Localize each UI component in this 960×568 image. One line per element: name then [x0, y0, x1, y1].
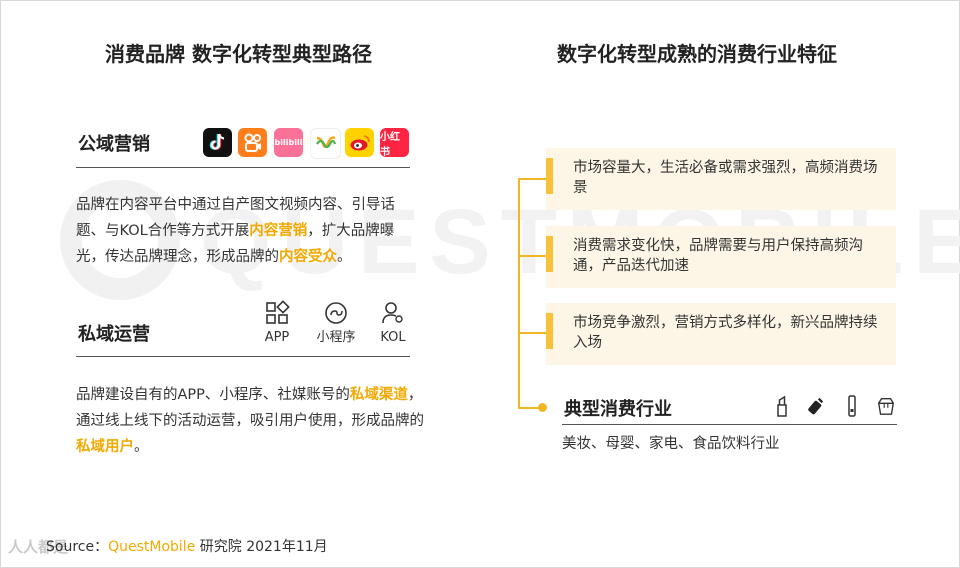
wechat-channels-icon [310, 128, 341, 159]
industry-description: 美妆、母婴、家电、食品饮料行业 [562, 436, 780, 452]
electric-toothbrush-icon [848, 395, 856, 417]
feature-card-1-text: 市场容量大，生活必备或需求强烈，高频消费场景 [573, 160, 878, 196]
private-divider [76, 356, 410, 357]
right-title: 数字化转型成熟的消费行业特征 [557, 42, 837, 66]
weibo-icon [345, 128, 374, 157]
kuaishou-icon [238, 128, 267, 157]
feature-card-2: 消费需求变化快，品牌需要与用户保持高频沟通，产品迭代加速 [546, 226, 896, 288]
source-line: Source：QuestMobile 研究院 2021年11月 [46, 539, 328, 555]
feature-card-1: 市场容量大，生活必备或需求强烈，高频消费场景 [546, 148, 896, 210]
app-label: APP [264, 330, 290, 345]
mini-program-label: 小程序 [316, 330, 356, 345]
kol-label: KOL [380, 330, 406, 345]
baby-bottle-icon [808, 397, 824, 415]
douyin-icon [203, 128, 232, 157]
private-heading: 私域运营 [78, 324, 150, 345]
xiaohongshu-icon: 小红书 [380, 128, 409, 157]
industry-divider [562, 424, 897, 425]
lipstick-icon [777, 395, 787, 417]
highlight-content-marketing: 内容营销 [249, 223, 308, 239]
bilibili-icon: bilibili [274, 128, 303, 157]
industry-heading: 典型消费行业 [564, 399, 672, 420]
tree-branch-3 [518, 332, 546, 334]
highlight-private-users: 私域用户 [76, 439, 134, 455]
highlight-private-channel: 私域渠道 [349, 387, 408, 403]
private-description: 品牌建设自有的APP、小程序、社媒账号的私域渠道，通过线上线下的活动运营，吸引用… [76, 387, 424, 455]
feature-card-3-text: 市场竞争激烈，营销方式多样化，新兴品牌持续入场 [573, 315, 878, 351]
app-icon: APP [252, 300, 302, 345]
left-title: 消费品牌 数字化转型典型路径 [105, 42, 372, 66]
tree-branch-1 [518, 178, 546, 180]
highlight-content-audience: 内容受众 [279, 249, 337, 265]
mini-program-icon: 小程序 [311, 300, 361, 345]
feature-card-3: 市场竞争激烈，营销方式多样化，新兴品牌持续入场 [546, 303, 896, 365]
tree-vertical-line [518, 178, 520, 408]
tree-dot [538, 403, 547, 412]
tree-branch-2 [518, 255, 546, 257]
public-description: 品牌在内容平台中通过自产图文视频内容、引导话题、与KOL合作等方式开展内容营销，… [76, 197, 395, 265]
kol-icon: KOL [368, 300, 418, 345]
public-heading: 公域营销 [78, 134, 150, 155]
feature-card-2-text: 消费需求变化快，品牌需要与用户保持高频沟通，产品迭代加速 [573, 238, 863, 274]
food-box-icon [877, 398, 895, 415]
public-divider [76, 167, 410, 168]
source-brand: QuestMobile [108, 539, 196, 555]
